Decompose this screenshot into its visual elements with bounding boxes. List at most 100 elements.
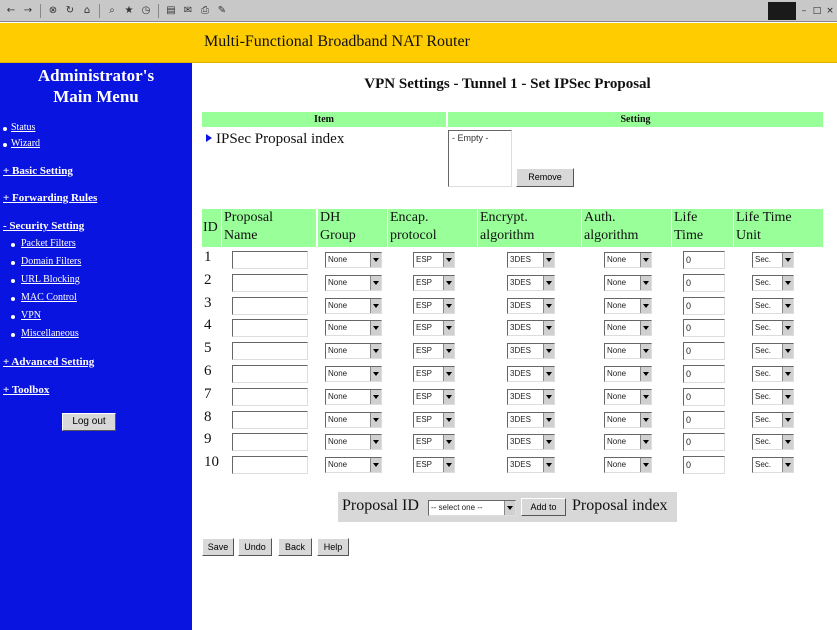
encap-protocol-select[interactable]: ESP	[413, 389, 455, 405]
life-time-unit-select[interactable]: Sec.	[752, 434, 794, 450]
edit-icon[interactable]: ✎	[215, 4, 229, 18]
auth-algorithm-select[interactable]: None	[604, 434, 652, 450]
dh-group-select[interactable]: None	[325, 275, 382, 291]
dh-group-select[interactable]: None	[325, 412, 382, 428]
encrypt-algorithm-select[interactable]: 3DES	[507, 275, 555, 291]
folders-icon[interactable]: ▤	[164, 4, 178, 18]
encap-protocol-select[interactable]: ESP	[413, 434, 455, 450]
auth-algorithm-select[interactable]: None	[604, 389, 652, 405]
search-icon[interactable]: ⌕	[105, 4, 119, 18]
dh-group-select[interactable]: None	[325, 434, 382, 450]
sidebar-item-wizard[interactable]: Wizard	[11, 138, 40, 149]
undo-button[interactable]: Undo	[238, 538, 272, 556]
life-time-unit-select[interactable]: Sec.	[752, 298, 794, 314]
favorites-icon[interactable]: ★	[122, 4, 136, 18]
life-time-field[interactable]: 0	[683, 297, 725, 315]
encap-protocol-select[interactable]: ESP	[413, 298, 455, 314]
proposal-name-field[interactable]	[232, 456, 308, 474]
dh-group-select[interactable]: None	[325, 366, 382, 382]
life-time-field[interactable]: 0	[683, 251, 725, 269]
encap-protocol-select[interactable]: ESP	[413, 252, 455, 268]
proposal-name-field[interactable]	[232, 319, 308, 337]
listbox-empty-item[interactable]: - Empty -	[452, 133, 489, 143]
proposal-index-listbox[interactable]: - Empty -	[448, 130, 512, 187]
encrypt-algorithm-select[interactable]: 3DES	[507, 389, 555, 405]
sidebar-item-basic-setting[interactable]: + Basic Setting	[3, 165, 73, 177]
life-time-field[interactable]: 0	[683, 388, 725, 406]
life-time-unit-select[interactable]: Sec.	[752, 457, 794, 473]
auth-algorithm-select[interactable]: None	[604, 252, 652, 268]
home-icon[interactable]: ⌂	[80, 4, 94, 18]
proposal-name-field[interactable]	[232, 411, 308, 429]
encrypt-algorithm-select[interactable]: 3DES	[507, 412, 555, 428]
encrypt-algorithm-select[interactable]: 3DES	[507, 298, 555, 314]
refresh-icon[interactable]: ↻	[63, 4, 77, 18]
sidebar-item-mac-control[interactable]: MAC Control	[21, 292, 77, 303]
life-time-unit-select[interactable]: Sec.	[752, 275, 794, 291]
encrypt-algorithm-select[interactable]: 3DES	[507, 343, 555, 359]
mail-icon[interactable]: ✉	[181, 4, 195, 18]
encap-protocol-select[interactable]: ESP	[413, 320, 455, 336]
life-time-field[interactable]: 0	[683, 274, 725, 292]
sidebar-item-toolbox[interactable]: + Toolbox	[3, 384, 49, 396]
life-time-field[interactable]: 0	[683, 433, 725, 451]
life-time-unit-select[interactable]: Sec.	[752, 412, 794, 428]
auth-algorithm-select[interactable]: None	[604, 275, 652, 291]
help-button[interactable]: Help	[317, 538, 349, 556]
back-icon[interactable]: ←	[4, 4, 18, 18]
dh-group-select[interactable]: None	[325, 343, 382, 359]
encap-protocol-select[interactable]: ESP	[413, 366, 455, 382]
dh-group-select[interactable]: None	[325, 457, 382, 473]
encrypt-algorithm-select[interactable]: 3DES	[507, 366, 555, 382]
encrypt-algorithm-select[interactable]: 3DES	[507, 252, 555, 268]
sidebar-item-url-blocking[interactable]: URL Blocking	[21, 274, 80, 285]
maximize-icon[interactable]: □	[812, 6, 822, 16]
logout-button[interactable]: Log out	[62, 413, 116, 431]
proposal-name-field[interactable]	[232, 274, 308, 292]
proposal-name-field[interactable]	[232, 388, 308, 406]
proposal-name-field[interactable]	[232, 251, 308, 269]
forward-icon[interactable]: →	[21, 4, 35, 18]
auth-algorithm-select[interactable]: None	[604, 412, 652, 428]
sidebar-item-vpn[interactable]: VPN	[21, 310, 41, 321]
proposal-id-select[interactable]: -- select one --	[428, 500, 516, 516]
proposal-name-field[interactable]	[232, 433, 308, 451]
dh-group-select[interactable]: None	[325, 298, 382, 314]
encrypt-algorithm-select[interactable]: 3DES	[507, 457, 555, 473]
close-icon[interactable]: ×	[825, 6, 835, 16]
back-button[interactable]: Back	[278, 538, 312, 556]
dh-group-select[interactable]: None	[325, 252, 382, 268]
sidebar-item-domain-filters[interactable]: Domain Filters	[21, 256, 81, 267]
stop-icon[interactable]: ⊗	[46, 4, 60, 18]
auth-algorithm-select[interactable]: None	[604, 366, 652, 382]
life-time-unit-select[interactable]: Sec.	[752, 320, 794, 336]
save-button[interactable]: Save	[202, 538, 234, 556]
dh-group-select[interactable]: None	[325, 389, 382, 405]
life-time-unit-select[interactable]: Sec.	[752, 389, 794, 405]
sidebar-item-advanced-setting[interactable]: + Advanced Setting	[3, 356, 94, 368]
remove-button[interactable]: Remove	[516, 168, 574, 187]
life-time-field[interactable]: 0	[683, 456, 725, 474]
life-time-field[interactable]: 0	[683, 342, 725, 360]
add-to-button[interactable]: Add to	[521, 498, 566, 516]
life-time-unit-select[interactable]: Sec.	[752, 252, 794, 268]
sidebar-item-packet-filters[interactable]: Packet Filters	[21, 238, 76, 249]
auth-algorithm-select[interactable]: None	[604, 457, 652, 473]
auth-algorithm-select[interactable]: None	[604, 298, 652, 314]
encap-protocol-select[interactable]: ESP	[413, 412, 455, 428]
sidebar-item-miscellaneous[interactable]: Miscellaneous	[21, 328, 79, 339]
encrypt-algorithm-select[interactable]: 3DES	[507, 320, 555, 336]
history-icon[interactable]: ◷	[139, 4, 153, 18]
sidebar-item-forwarding-rules[interactable]: + Forwarding Rules	[3, 192, 97, 204]
encrypt-algorithm-select[interactable]: 3DES	[507, 434, 555, 450]
proposal-name-field[interactable]	[232, 365, 308, 383]
auth-algorithm-select[interactable]: None	[604, 343, 652, 359]
life-time-field[interactable]: 0	[683, 365, 725, 383]
life-time-field[interactable]: 0	[683, 411, 725, 429]
encap-protocol-select[interactable]: ESP	[413, 343, 455, 359]
encap-protocol-select[interactable]: ESP	[413, 275, 455, 291]
dh-group-select[interactable]: None	[325, 320, 382, 336]
minimize-icon[interactable]: –	[799, 6, 809, 16]
life-time-unit-select[interactable]: Sec.	[752, 366, 794, 382]
life-time-field[interactable]: 0	[683, 319, 725, 337]
